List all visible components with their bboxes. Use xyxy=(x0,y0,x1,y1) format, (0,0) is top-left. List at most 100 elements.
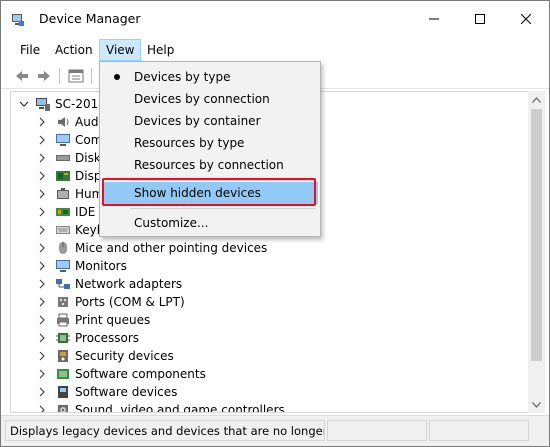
chevron-down-icon xyxy=(532,401,541,408)
display-adapter-icon xyxy=(56,171,70,181)
computer-root-icon xyxy=(36,98,50,111)
tree-item[interactable]: Ports (COM & LPT) xyxy=(11,293,521,311)
close-button[interactable] xyxy=(503,1,549,37)
network-adapter-icon xyxy=(56,279,70,289)
menu-item-resources-by-connection[interactable]: Resources by connection xyxy=(102,154,318,176)
view-menu-dropdown: Devices by type Devices by connection De… xyxy=(99,61,321,237)
chevron-right-icon[interactable] xyxy=(37,225,47,235)
tree-item-label: Monitors xyxy=(75,259,127,273)
toolbar-separator xyxy=(91,68,92,84)
chevron-down-icon[interactable] xyxy=(19,99,29,109)
menu-item-customize[interactable]: Customize... xyxy=(102,212,318,234)
status-cell-main: Displays legacy devices and devices that… xyxy=(5,420,325,441)
sound-controller-icon xyxy=(58,405,68,412)
menu-item-label: Resources by type xyxy=(134,136,245,150)
tree-item[interactable]: Print queues xyxy=(11,311,521,329)
properties-icon[interactable] xyxy=(67,67,85,85)
scrollbar-thumb[interactable] xyxy=(531,109,542,361)
chevron-right-icon[interactable] xyxy=(37,153,47,163)
chevron-right-icon[interactable] xyxy=(37,207,47,217)
ide-controller-icon xyxy=(56,208,70,216)
monitor-icon xyxy=(56,260,70,272)
menu-item-devices-by-container[interactable]: Devices by container xyxy=(102,110,318,132)
chevron-right-icon[interactable] xyxy=(37,279,47,289)
menu-item-devices-by-type[interactable]: Devices by type xyxy=(102,66,318,88)
menu-item-devices-by-connection[interactable]: Devices by connection xyxy=(102,88,318,110)
menu-help[interactable]: Help xyxy=(141,39,180,61)
device-manager-window: Device Manager File Action View Help SC-… xyxy=(0,0,550,447)
radio-bullet-icon xyxy=(114,74,120,80)
tree-item-label: Software devices xyxy=(75,385,178,399)
tree-item-label: Aud xyxy=(75,115,99,129)
scroll-down-button[interactable] xyxy=(528,396,545,413)
chevron-right-icon[interactable] xyxy=(37,297,47,307)
window-title: Device Manager xyxy=(39,11,141,26)
menu-item-label: Devices by type xyxy=(134,70,231,84)
back-arrow-icon[interactable] xyxy=(13,67,31,85)
computer-icon xyxy=(56,134,70,146)
disk-drive-icon xyxy=(56,155,70,161)
close-icon xyxy=(521,14,531,24)
processor-icon xyxy=(56,333,70,343)
menu-item-resources-by-type[interactable]: Resources by type xyxy=(102,132,318,154)
tree-item[interactable]: Sound, video and game controllers xyxy=(11,401,521,413)
maximize-icon xyxy=(475,14,485,24)
tree-item[interactable]: Mice and other pointing devices xyxy=(11,239,521,257)
chevron-right-icon[interactable] xyxy=(37,405,47,413)
minimize-button[interactable] xyxy=(411,1,457,37)
chevron-right-icon[interactable] xyxy=(37,171,47,181)
vertical-scrollbar[interactable] xyxy=(528,91,545,413)
toolbar-separator xyxy=(59,68,60,84)
annotation-highlight-box xyxy=(102,178,316,206)
status-text: Displays legacy devices and devices that… xyxy=(10,424,325,438)
tree-item[interactable]: Processors xyxy=(11,329,521,347)
printer-icon xyxy=(57,313,69,327)
status-cell-tertiary xyxy=(429,420,529,441)
status-bar: Displays legacy devices and devices that… xyxy=(1,415,549,446)
scroll-up-button[interactable] xyxy=(528,91,545,108)
chevron-right-icon[interactable] xyxy=(37,189,47,199)
forward-arrow-icon[interactable] xyxy=(35,67,53,85)
menu-item-label: Devices by container xyxy=(134,114,261,128)
chevron-right-icon[interactable] xyxy=(37,261,47,271)
menu-item-label: Customize... xyxy=(134,216,209,230)
software-device-icon xyxy=(58,386,68,398)
human-interface-icon xyxy=(57,188,69,199)
chevron-up-icon xyxy=(532,96,541,103)
tree-item-label: Disk xyxy=(75,151,101,165)
device-manager-app-icon xyxy=(12,14,24,26)
tree-item[interactable]: Security devices xyxy=(11,347,521,365)
tree-item-label: Print queues xyxy=(75,313,151,327)
chevron-right-icon[interactable] xyxy=(37,369,47,379)
tree-item[interactable]: Network adapters xyxy=(11,275,521,293)
chevron-right-icon[interactable] xyxy=(37,315,47,325)
menu-item-label: Resources by connection xyxy=(134,158,284,172)
menu-file[interactable]: File xyxy=(14,39,46,61)
minimize-icon xyxy=(429,18,439,20)
tree-item[interactable]: Software components xyxy=(11,365,521,383)
tree-item-label: Sound, video and game controllers xyxy=(75,403,285,413)
title-bar: Device Manager xyxy=(1,1,549,37)
mouse-icon xyxy=(59,242,67,254)
software-component-icon xyxy=(57,369,69,379)
tree-item[interactable]: Monitors xyxy=(11,257,521,275)
tree-item-label: Processors xyxy=(75,331,140,345)
chevron-right-icon[interactable] xyxy=(37,135,47,145)
port-icon xyxy=(58,297,68,307)
chevron-right-icon[interactable] xyxy=(37,351,47,361)
status-cell-secondary xyxy=(327,420,427,441)
keyboard-icon xyxy=(56,226,70,234)
tree-item-label: Security devices xyxy=(75,349,174,363)
chevron-right-icon[interactable] xyxy=(37,387,47,397)
menu-view[interactable]: View xyxy=(99,39,142,61)
audio-icon xyxy=(58,117,69,127)
menu-action[interactable]: Action xyxy=(49,39,99,61)
chevron-right-icon[interactable] xyxy=(37,333,47,343)
chevron-right-icon[interactable] xyxy=(37,243,47,253)
tree-item-label: Mice and other pointing devices xyxy=(75,241,268,255)
chevron-right-icon[interactable] xyxy=(37,117,47,127)
tree-item-label: Ports (COM & LPT) xyxy=(75,295,185,309)
menu-bar: File Action View Help xyxy=(1,39,549,61)
maximize-button[interactable] xyxy=(457,1,503,37)
tree-item[interactable]: Software devices xyxy=(11,383,521,401)
